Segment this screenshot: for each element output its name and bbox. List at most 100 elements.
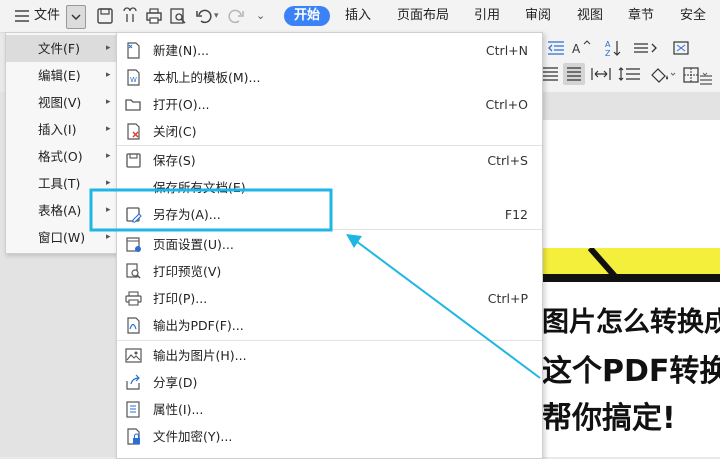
menu-item-save[interactable]: 保存(S) Ctrl+S: [117, 147, 542, 174]
banner-yellow-stripe: [540, 248, 720, 274]
tab-security[interactable]: 安全: [680, 0, 706, 32]
menu-item-save-as[interactable]: 另存为(A)... F12: [117, 201, 542, 228]
chevron-right-icon: ▸: [106, 70, 111, 80]
menu-item-properties[interactable]: 属性(I)...: [117, 396, 542, 423]
print-icon: [125, 291, 142, 306]
sort-icon[interactable]: A Z: [604, 38, 624, 58]
menu-separator: [117, 340, 542, 341]
align-distributed-icon: [567, 67, 581, 81]
chevron-right-icon: ▸: [106, 97, 111, 107]
ribbon-panel: A A Z: [540, 32, 720, 92]
banner-line-3: 帮你搞定!: [542, 401, 676, 436]
menu-item-encrypt[interactable]: 文件加密(Y)...: [117, 423, 542, 450]
menu-item-label: 打开(O)...: [153, 97, 210, 112]
chevron-right-icon: ▸: [106, 124, 111, 134]
menu-item-new[interactable]: 新建(N)... Ctrl+N: [117, 37, 542, 64]
new-document-icon: [127, 42, 140, 59]
file-menu-label[interactable]: 文件: [34, 0, 60, 32]
chevron-down-icon: [71, 14, 81, 21]
font-size-up-icon[interactable]: A: [570, 40, 594, 56]
submenu-item-label: 工具(T): [38, 176, 81, 191]
submenu-item-window[interactable]: 窗口(W) ▸: [6, 224, 118, 251]
paragraph-spacing-icon[interactable]: [632, 40, 660, 56]
redo-icon[interactable]: [226, 6, 246, 26]
menu-item-save-all[interactable]: 保存所有文档(E): [117, 174, 542, 201]
print-preview-icon: [126, 263, 141, 279]
menu-separator: [117, 229, 542, 230]
chevron-right-icon: ▸: [106, 205, 111, 215]
submenu-item-file[interactable]: 文件(F) ▸: [6, 35, 118, 62]
menu-item-share[interactable]: 分享(D): [117, 369, 542, 396]
tab-references[interactable]: 引用: [474, 0, 500, 32]
banner-stripe-decoration: [587, 248, 623, 282]
menu-item-label: 关闭(C): [153, 124, 197, 139]
svg-text:W: W: [130, 76, 137, 84]
svg-text:Z: Z: [605, 49, 611, 58]
undo-dropdown-icon[interactable]: ▾: [214, 0, 219, 32]
submenu-item-edit[interactable]: 编辑(E) ▸: [6, 62, 118, 89]
menu-item-label: 文件加密(Y)...: [153, 429, 233, 444]
print-preview-icon[interactable]: [168, 6, 188, 26]
file-menu-panel: 新建(N)... Ctrl+N W 本机上的模板(M)... 打开(O)... …: [116, 32, 543, 459]
tab-page-layout[interactable]: 页面布局: [397, 0, 449, 32]
save-icon[interactable]: [95, 6, 115, 26]
menu-item-label: 保存所有文档(E): [153, 180, 246, 195]
banner-line-2: 这个PDF转换: [542, 354, 720, 389]
menu-item-close[interactable]: 关闭(C): [117, 118, 542, 145]
menu-item-shortcut: Ctrl+N: [485, 43, 528, 58]
column-width-icon[interactable]: [590, 66, 612, 82]
tab-home[interactable]: 开始: [284, 6, 331, 26]
menu-item-local-templates[interactable]: W 本机上的模板(M)...: [117, 64, 542, 91]
more-commands-icon[interactable]: ⌄: [256, 0, 265, 32]
banner-black-stripe: [540, 274, 720, 282]
align-distributed-button[interactable]: [563, 63, 585, 85]
top-toolbar: 文件 ▾ ⌄ 开始 插入 页面布局 引用 审阅 视图 章节 安全: [0, 0, 720, 33]
submenu-item-view[interactable]: 视图(V) ▸: [6, 89, 118, 116]
file-menu-dropdown-button[interactable]: [66, 5, 86, 29]
page-setup-icon: [126, 237, 141, 252]
fill-color-icon[interactable]: [648, 66, 678, 84]
line-spacing-icon[interactable]: [618, 66, 644, 82]
save-as-icon: [126, 207, 142, 223]
menu-item-export-pdf[interactable]: 输出为PDF(F)...: [117, 312, 542, 339]
menu-item-shortcut: Ctrl+S: [487, 153, 528, 168]
export-image-icon: [125, 348, 142, 363]
menu-item-label: 本机上的模板(M)...: [153, 70, 261, 85]
properties-icon: [126, 401, 140, 418]
submenu-item-label: 视图(V): [38, 95, 82, 110]
menu-item-shortcut: F12: [504, 207, 528, 222]
format-painter-icon[interactable]: [120, 6, 140, 26]
shading-icon[interactable]: [672, 40, 698, 56]
menu-item-label: 打印预览(V): [153, 264, 222, 279]
tab-review[interactable]: 审阅: [525, 0, 551, 32]
menu-item-print[interactable]: 打印(P)... Ctrl+P: [117, 285, 542, 312]
hamburger-menu-icon[interactable]: [12, 6, 32, 26]
menu-item-export-image[interactable]: 输出为图片(H)...: [117, 342, 542, 369]
decrease-indent-icon[interactable]: [546, 40, 566, 56]
chevron-right-icon: ▸: [106, 43, 111, 53]
submenu-item-format[interactable]: 格式(O) ▸: [6, 143, 118, 170]
menu-item-label: 新建(N)...: [153, 43, 210, 58]
menu-item-label: 属性(I)...: [153, 402, 204, 417]
submenu-item-table[interactable]: 表格(A) ▸: [6, 197, 118, 224]
tab-chapter[interactable]: 章节: [628, 0, 654, 32]
undo-icon[interactable]: [194, 6, 214, 26]
submenu-item-tools[interactable]: 工具(T) ▸: [6, 170, 118, 197]
share-icon: [126, 374, 140, 390]
tab-insert[interactable]: 插入: [345, 0, 371, 32]
document-banner-image: 图片怎么转换成P 这个PDF转换 帮你搞定!: [540, 248, 720, 457]
menu-item-label: 输出为PDF(F)...: [153, 318, 244, 333]
menu-separator: [117, 145, 542, 146]
collapse-ribbon-icon[interactable]: [698, 72, 714, 88]
submenu-item-insert[interactable]: 插入(I) ▸: [6, 116, 118, 143]
tab-view[interactable]: 视图: [577, 0, 603, 32]
menu-item-print-preview[interactable]: 打印预览(V): [117, 258, 542, 285]
align-justify-icon[interactable]: [540, 66, 560, 82]
folder-open-icon: [125, 99, 141, 111]
banner-line-1: 图片怎么转换成P: [542, 307, 720, 338]
submenu-item-label: 窗口(W): [38, 230, 86, 245]
print-icon[interactable]: [144, 6, 164, 26]
menu-item-label: 另存为(A)...: [153, 207, 221, 222]
menu-item-open[interactable]: 打开(O)... Ctrl+O: [117, 91, 542, 118]
menu-item-page-setup[interactable]: 页面设置(U)...: [117, 231, 542, 258]
